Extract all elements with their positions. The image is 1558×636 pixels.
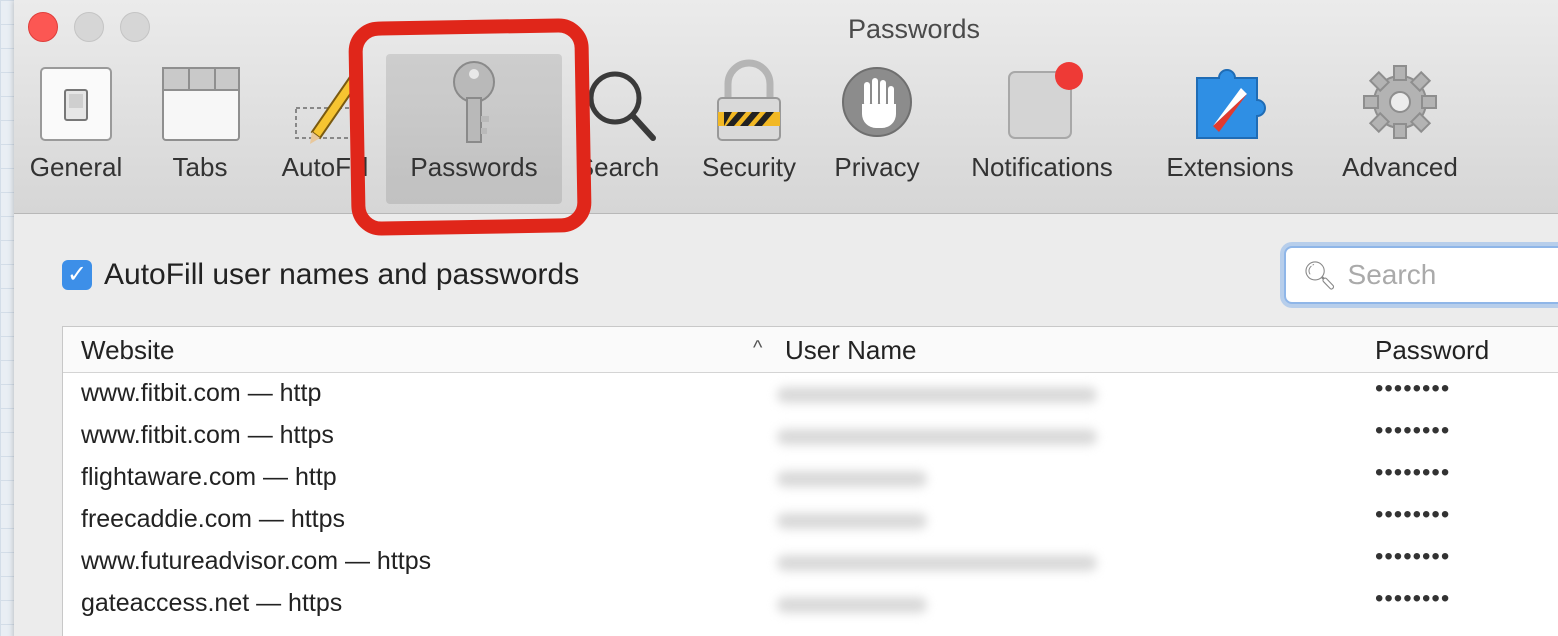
padlock-icon	[706, 54, 792, 146]
username-cell-blurred	[777, 513, 927, 529]
website-cell: www.futureadvisor.com — https	[81, 547, 432, 575]
password-cell: ••••••••	[1375, 375, 1451, 402]
puzzle-compass-icon	[1187, 54, 1273, 146]
preferences-window: Passwords General Tabs AutoFill Password…	[14, 0, 1558, 636]
username-cell-blurred	[777, 471, 927, 487]
titlebar-toolbar: Passwords General Tabs AutoFill Password…	[14, 0, 1558, 214]
autofill-pencil-icon	[282, 54, 368, 146]
passwords-table: Website ^ User Name Password www.fitbit.…	[62, 326, 1558, 636]
general-switch-icon	[33, 54, 119, 146]
toolbar-item-privacy[interactable]: Privacy	[822, 54, 932, 204]
password-cell: ••••••••	[1375, 459, 1451, 486]
table-row[interactable]: www.fitbit.com — https ••••••••	[63, 415, 1558, 457]
toolbar-item-autofill[interactable]: AutoFill	[262, 54, 388, 204]
table-row[interactable]: www.futureadvisor.com — https ••••••••	[63, 541, 1558, 583]
toolbar-label: Notifications	[971, 152, 1113, 182]
username-cell-blurred	[777, 429, 1097, 445]
table-row[interactable]: www.fitbit.com — http ••••••••	[63, 373, 1558, 415]
toolbar-item-notifications[interactable]: Notifications	[952, 54, 1132, 204]
toolbar-item-extensions[interactable]: Extensions	[1152, 54, 1308, 204]
toolbar-item-advanced[interactable]: Advanced	[1320, 54, 1480, 204]
toolbar-item-search[interactable]: Search	[566, 54, 670, 204]
toolbar-label: Advanced	[1342, 152, 1458, 182]
tabs-icon	[157, 54, 243, 146]
password-cell: ••••••••	[1375, 501, 1451, 528]
website-cell: gateaccess.net — https	[81, 589, 343, 617]
search-icon: 🔍︎	[1302, 259, 1338, 291]
password-cell: ••••••••	[1375, 417, 1451, 444]
hand-stop-icon	[834, 54, 920, 146]
search-field[interactable]: 🔍︎	[1284, 246, 1558, 304]
toolbar-item-passwords[interactable]: Passwords	[386, 54, 562, 204]
toolbar-label: Search	[576, 152, 660, 182]
website-cell: freecaddie.com — https	[81, 505, 346, 533]
toolbar-item-security[interactable]: Security	[690, 54, 808, 204]
table-row[interactable]: gateaccess.net — https ••••••••	[63, 583, 1558, 625]
gear-icon	[1357, 54, 1443, 146]
window-title: Passwords	[847, 14, 981, 44]
toolbar-item-tabs[interactable]: Tabs	[150, 54, 250, 204]
sort-ascending-icon: ^	[753, 337, 763, 359]
toolbar-label: Passwords	[410, 152, 538, 182]
column-header-username[interactable]: User Name	[785, 335, 916, 366]
username-cell-blurred	[777, 597, 927, 613]
toolbar-label: AutoFill	[281, 152, 369, 182]
toolbar-item-general[interactable]: General	[16, 54, 136, 204]
autofill-label: AutoFill user names and passwords	[104, 258, 580, 291]
autofill-option[interactable]: ✓ AutoFill user names and passwords	[62, 258, 579, 292]
column-header-website[interactable]: Website	[81, 335, 174, 366]
toolbar-label: Privacy	[834, 152, 920, 182]
password-cell: ••••••••	[1375, 585, 1451, 612]
magnifier-icon	[575, 54, 661, 146]
search-input[interactable]	[1347, 259, 1558, 291]
toolbar-label: Security	[702, 152, 796, 182]
key-icon	[431, 54, 517, 146]
table-row[interactable]: freecaddie.com — https ••••••••	[63, 499, 1558, 541]
website-cell: flightaware.com — http	[81, 463, 337, 491]
column-header-password[interactable]: Password	[1375, 335, 1489, 366]
username-cell-blurred	[777, 555, 1097, 571]
toolbar-label: General	[29, 152, 123, 182]
website-cell: www.fitbit.com — https	[81, 421, 334, 449]
notification-badge-icon	[999, 54, 1085, 146]
table-header: Website ^ User Name Password	[63, 327, 1558, 373]
toolbar-label: Tabs	[172, 152, 228, 182]
website-cell: www.fitbit.com — http	[81, 379, 322, 407]
table-row[interactable]: flightaware.com — http ••••••••	[63, 457, 1558, 499]
username-cell-blurred	[777, 387, 1097, 403]
toolbar-label: Extensions	[1166, 152, 1294, 182]
autofill-checkbox[interactable]: ✓	[62, 260, 92, 290]
password-cell: ••••••••	[1375, 543, 1451, 570]
